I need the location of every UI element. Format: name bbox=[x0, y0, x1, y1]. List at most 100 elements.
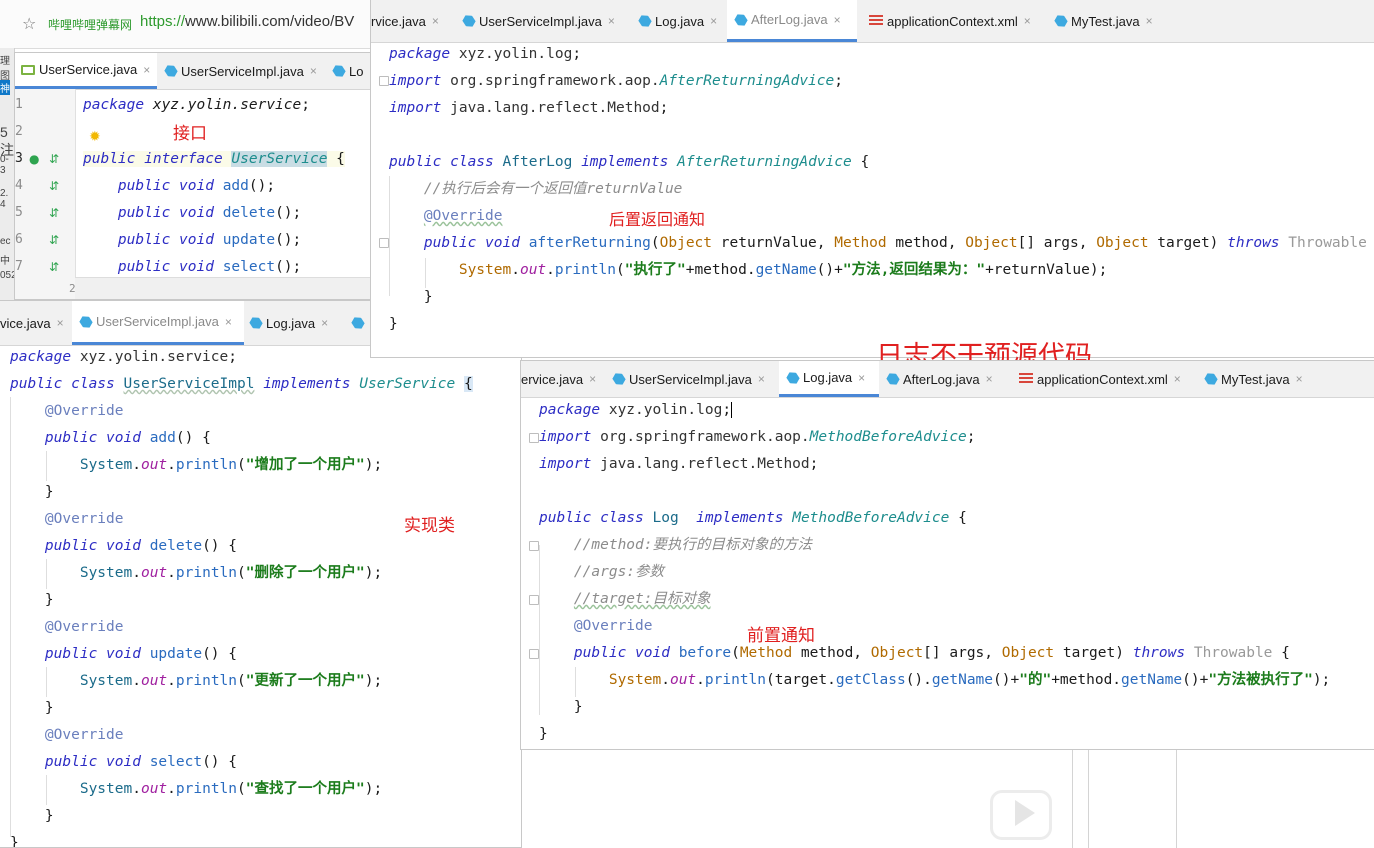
tab-label: MyTest.java bbox=[1071, 13, 1140, 29]
code-area[interactable]: package xyz.yolin.log; import org.spring… bbox=[389, 41, 1367, 338]
code-line: public class UserServiceImpl implements … bbox=[10, 376, 473, 392]
gutter bbox=[15, 89, 76, 299]
close-icon[interactable]: × bbox=[143, 63, 150, 77]
close-icon[interactable]: × bbox=[310, 64, 317, 78]
close-icon[interactable]: × bbox=[1146, 14, 1153, 28]
code-line: } bbox=[389, 289, 433, 305]
tab-label: AfterLog.java bbox=[903, 371, 980, 387]
code-line: public void add(); bbox=[117, 178, 276, 194]
close-icon[interactable]: × bbox=[834, 13, 841, 27]
implementation-arrow-icon[interactable]: ⇵ bbox=[49, 206, 59, 220]
tab-log[interactable]: Log.java × bbox=[779, 361, 879, 397]
tab-partial[interactable] bbox=[352, 301, 372, 345]
tab-mytest[interactable]: MyTest.java × bbox=[1055, 0, 1175, 42]
code-line: } bbox=[539, 699, 583, 715]
afterlog-annotation: 后置返回通知 bbox=[609, 212, 706, 229]
tab-afterlog[interactable]: AfterLog.java × bbox=[727, 0, 857, 42]
close-icon[interactable]: × bbox=[986, 372, 993, 386]
code-line: } bbox=[10, 592, 54, 608]
fold-icon[interactable] bbox=[529, 649, 539, 659]
implementation-arrow-icon[interactable]: ⇵ bbox=[49, 233, 59, 247]
close-icon[interactable]: × bbox=[1024, 14, 1031, 28]
url-field[interactable]: https://www.bilibili.com/video/BV bbox=[140, 13, 354, 30]
tab-label: Log.java bbox=[266, 315, 316, 331]
tab-mytest[interactable]: MyTest.java × bbox=[1205, 361, 1325, 397]
java-class-icon bbox=[1203, 371, 1219, 387]
code-line: public void select() { bbox=[44, 754, 237, 770]
line-number: 2 bbox=[69, 282, 76, 295]
code-line: } bbox=[389, 316, 398, 332]
tab-applicationcontext[interactable]: applicationContext.xml × bbox=[1013, 361, 1193, 397]
tab-log[interactable]: Log.java × bbox=[250, 301, 340, 345]
line-number: 2 bbox=[15, 124, 23, 139]
java-class-icon bbox=[611, 371, 627, 387]
code-line: System.out.println("增加了一个用户"); bbox=[79, 457, 383, 473]
line-number: 5 bbox=[15, 205, 23, 220]
bookmark-star-icon[interactable]: ☆ bbox=[22, 14, 36, 33]
implementation-arrow-icon[interactable]: ⇵ bbox=[49, 179, 59, 193]
code-line: import org.springframework.aop.MethodBef… bbox=[539, 429, 976, 445]
fold-icon[interactable] bbox=[529, 595, 539, 605]
impl-annotation: 实现类 bbox=[404, 516, 455, 535]
close-icon[interactable]: × bbox=[710, 14, 717, 28]
code-area[interactable]: package xyz.yolin.service; public class … bbox=[10, 344, 473, 848]
fold-icon[interactable] bbox=[379, 76, 389, 86]
url-scheme: https:// bbox=[140, 13, 186, 30]
fold-icon[interactable] bbox=[529, 433, 539, 443]
tab-log[interactable]: Log.java × bbox=[639, 0, 729, 42]
xml-icon bbox=[1019, 373, 1033, 385]
code-line: System.out.println("更新了一个用户"); bbox=[79, 673, 383, 689]
tab-userserviceimpl[interactable]: UserServiceImpl.java × bbox=[165, 53, 325, 89]
close-icon[interactable]: × bbox=[1174, 372, 1181, 386]
code-area[interactable]: package xyz.yolin.log;​ import org.sprin… bbox=[539, 397, 1330, 748]
tab-userserviceimpl[interactable]: UserServiceImpl.java × bbox=[613, 361, 781, 397]
code-line: public class Log implements MethodBefore… bbox=[539, 510, 967, 526]
tab-userserviceimpl[interactable]: UserServiceImpl.java × bbox=[463, 0, 631, 42]
implementation-arrow-icon[interactable]: ⇵ bbox=[49, 260, 59, 274]
fold-icon[interactable] bbox=[379, 238, 389, 248]
tab-userservice-partial[interactable]: ervice.java × bbox=[521, 361, 601, 397]
tab-label: UserServiceImpl.java bbox=[96, 314, 219, 329]
code-line: public void update(); bbox=[117, 232, 302, 248]
code-line: //执行后会有一个返回值returnValue bbox=[423, 181, 683, 197]
tab-applicationcontext[interactable]: applicationContext.xml × bbox=[863, 0, 1043, 42]
line-number: 4 bbox=[15, 178, 23, 193]
java-class-icon bbox=[331, 63, 347, 79]
code-line: public void select(); bbox=[117, 259, 302, 275]
close-icon[interactable]: × bbox=[432, 14, 439, 28]
code-line: public void before(Method method, Object… bbox=[573, 645, 1290, 661]
close-icon[interactable]: × bbox=[225, 315, 232, 329]
close-icon[interactable]: × bbox=[589, 372, 596, 386]
implemented-marker-icon[interactable]: ● bbox=[29, 152, 39, 166]
fold-icon[interactable] bbox=[529, 541, 539, 551]
code-line: import org.springframework.aop.AfterRetu… bbox=[389, 73, 843, 89]
tab-userserviceimpl[interactable]: UserServiceImpl.java × bbox=[72, 301, 244, 345]
site-name: 哔哩哔哩弹幕网 bbox=[48, 18, 133, 32]
editor-tab-bar: UserService.java × UserServiceImpl.java × … bbox=[15, 53, 377, 90]
implementation-arrow-icon[interactable]: ⇵ bbox=[49, 152, 59, 166]
java-class-icon bbox=[1053, 13, 1069, 29]
close-icon[interactable]: × bbox=[758, 372, 765, 386]
tab-userservice[interactable]: UserService.java × bbox=[15, 53, 157, 89]
code-line: import java.lang.reflect.Method; bbox=[389, 100, 669, 116]
code-line: package xyz.yolin.log;​ bbox=[539, 402, 733, 418]
close-icon[interactable]: × bbox=[1296, 372, 1303, 386]
strip-text: 0525 bbox=[0, 270, 14, 281]
background-page-strip: 理图 神 5注 0-3 2. 4 ec 中 0525 bbox=[0, 48, 15, 300]
tab-label: UserServiceImpl.java bbox=[629, 371, 752, 387]
close-icon[interactable]: × bbox=[608, 14, 615, 28]
close-icon[interactable]: × bbox=[321, 316, 328, 330]
strip-text: 2. 4 bbox=[0, 188, 9, 210]
editor-tab-bar: ervice.java × UserServiceImpl.java × Log.j… bbox=[521, 361, 1374, 398]
code-line: } bbox=[10, 835, 19, 848]
tab-afterlog[interactable]: AfterLog.java × bbox=[887, 361, 1007, 397]
close-icon[interactable]: × bbox=[858, 371, 865, 385]
tab-userservice-partial[interactable]: rvice.java × bbox=[371, 0, 451, 42]
line-number: 6 bbox=[15, 232, 23, 247]
code-line: //args:参数 bbox=[573, 564, 665, 580]
tab-userservice-partial[interactable]: vice.java × bbox=[0, 301, 70, 345]
code-area[interactable]: package xyz.yolin.service; public interf… bbox=[83, 92, 345, 281]
xml-icon bbox=[869, 15, 883, 27]
close-icon[interactable]: × bbox=[57, 316, 64, 330]
